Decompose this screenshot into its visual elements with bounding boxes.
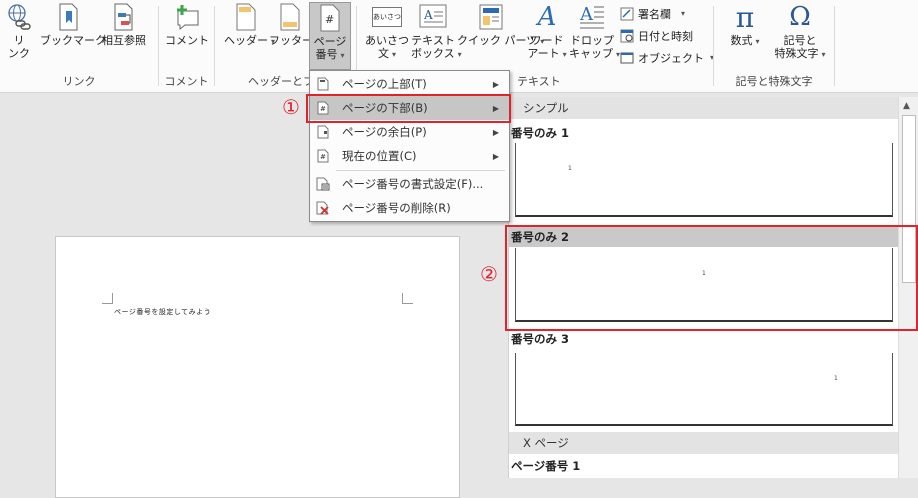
cross-reference-button[interactable]: 相互参照 bbox=[99, 2, 149, 47]
gallery-item-title: 番号のみ 3 bbox=[511, 332, 570, 346]
bookmark-label: ブックマーク bbox=[40, 34, 106, 47]
date-time-button[interactable]: 日付と時刻 bbox=[619, 26, 693, 45]
comment-icon bbox=[172, 2, 202, 32]
annotation-step2-number: ② bbox=[480, 262, 498, 286]
separator bbox=[834, 6, 835, 86]
annotation-step1-number: ① bbox=[282, 95, 300, 119]
signature-line-icon bbox=[619, 6, 635, 22]
link-button-label: リ ンク bbox=[8, 34, 30, 60]
comment-group: コメント コメント bbox=[159, 0, 214, 92]
date-time-icon bbox=[619, 28, 635, 44]
gallery-item-title: 番号のみ 1 bbox=[511, 126, 570, 140]
link-group-label: リンク bbox=[62, 75, 96, 88]
page-number-label: ページ 番号 ▾ bbox=[313, 35, 347, 61]
link-group: リ ンク ブックマーク 相互参照 リンク bbox=[0, 0, 158, 92]
page-number-preview: 1 bbox=[568, 165, 572, 172]
svg-text:A: A bbox=[423, 8, 433, 22]
symbol-label: 記号と 特殊文字 ▾ bbox=[774, 34, 826, 60]
comment-group-label: コメント bbox=[164, 75, 209, 88]
wordart-button[interactable]: A ワード アート ▾ bbox=[527, 2, 567, 61]
quick-parts-button[interactable]: クイック パーツ ▾ bbox=[457, 2, 545, 48]
margin-corner-mark bbox=[402, 293, 413, 304]
symbols-group-label: 記号と特殊文字 bbox=[735, 75, 813, 88]
text-group-label: テキスト bbox=[517, 75, 561, 88]
symbols-group: π 数式 ▾ Ω 記号と 特殊文字 ▾ 記号と特殊文字 bbox=[714, 0, 834, 92]
footer-button[interactable]: フッター▾ bbox=[269, 2, 320, 48]
dropcap-button[interactable]: A ドロップ キャップ ▾ bbox=[569, 2, 621, 61]
quick-parts-icon bbox=[476, 2, 506, 32]
gallery-item-plain-number-3[interactable]: 1 bbox=[515, 353, 893, 426]
page-number-icon: # bbox=[315, 3, 345, 33]
footer-icon bbox=[275, 2, 305, 32]
document-text[interactable]: ページ番号を設定してみよう bbox=[114, 307, 211, 317]
pi-icon: π bbox=[735, 0, 755, 34]
menu-item-top-of-page[interactable]: ページの上部(T) ▶ bbox=[310, 72, 509, 96]
object-button[interactable]: オブジェクト ▾ bbox=[619, 48, 714, 67]
link-icon bbox=[4, 2, 34, 32]
footer-label: フッター▾ bbox=[269, 34, 320, 47]
equation-label: 数式 ▾ bbox=[730, 34, 760, 47]
page-top-icon bbox=[316, 76, 330, 92]
header-label: ヘッダー ▾ bbox=[224, 34, 276, 47]
remove-page-number-icon bbox=[316, 200, 330, 216]
equation-button[interactable]: π 数式 ▾ bbox=[728, 2, 762, 48]
signature-line-button[interactable]: 署名欄 ▾ bbox=[619, 4, 685, 23]
gallery-item-plain-number-1[interactable]: 1 bbox=[515, 143, 893, 217]
menu-separator bbox=[336, 170, 505, 171]
margin-corner-mark bbox=[102, 293, 113, 304]
bookmark-icon bbox=[53, 2, 83, 32]
greeting-label: あいさつ文 ▾ bbox=[365, 34, 409, 60]
menu-item-remove-page-numbers[interactable]: ページ番号の削除(R) bbox=[310, 196, 509, 220]
current-position-icon: # bbox=[316, 148, 330, 164]
annotation-highlight-step2 bbox=[505, 225, 918, 331]
document-page[interactable]: ページ番号を設定してみよう bbox=[55, 236, 460, 498]
submenu-arrow-icon: ▶ bbox=[492, 79, 499, 89]
wordart-icon: A bbox=[537, 1, 557, 32]
gallery-item-title[interactable]: ページ番号 1 bbox=[511, 458, 580, 474]
cross-reference-label: 相互参照 bbox=[102, 34, 146, 47]
header-button[interactable]: ヘッダー ▾ bbox=[224, 2, 276, 48]
quick-parts-label: クイック パーツ ▾ bbox=[457, 34, 545, 47]
menu-item-format-page-numbers[interactable]: ページ番号の書式設定(F)... bbox=[310, 172, 509, 196]
greeting-button[interactable]: あいさつ あいさつ文 ▾ bbox=[365, 2, 409, 61]
format-page-number-icon bbox=[316, 176, 330, 192]
svg-text:A: A bbox=[579, 4, 594, 25]
dropcap-icon: A bbox=[577, 2, 607, 32]
object-icon bbox=[619, 50, 635, 66]
omega-icon: Ω bbox=[789, 1, 811, 32]
svg-text:#: # bbox=[320, 153, 326, 161]
page-number-button[interactable]: # ページ 番号 ▾ bbox=[309, 2, 351, 70]
header-icon bbox=[231, 2, 261, 32]
gallery-section-header: X ページ bbox=[509, 432, 898, 454]
annotation-highlight-step1 bbox=[306, 94, 511, 123]
textbox-button[interactable]: A テキスト ボックス ▾ bbox=[411, 2, 462, 61]
dropcap-label: ドロップ キャップ ▾ bbox=[569, 34, 621, 60]
comment-label: コメント bbox=[165, 34, 209, 47]
gallery-section-header: シンプル bbox=[509, 97, 898, 119]
page-number-preview: 1 bbox=[834, 375, 838, 382]
wordart-label: ワード アート ▾ bbox=[527, 34, 567, 60]
link-button[interactable]: リ ンク bbox=[4, 2, 34, 60]
svg-text:#: # bbox=[325, 13, 334, 26]
page-margin-icon bbox=[316, 124, 330, 140]
submenu-arrow-icon: ▶ bbox=[492, 127, 499, 137]
submenu-arrow-icon: ▶ bbox=[492, 151, 499, 161]
textbox-label: テキスト ボックス ▾ bbox=[411, 34, 462, 60]
menu-item-current-position[interactable]: # 現在の位置(C) ▶ bbox=[310, 144, 509, 168]
symbol-button[interactable]: Ω 記号と 特殊文字 ▾ bbox=[770, 2, 830, 61]
comment-button[interactable]: コメント bbox=[165, 2, 209, 47]
textbox-icon: A bbox=[418, 2, 448, 32]
page-number-menu: ページの上部(T) ▶ # ページの下部(B) ▶ ページの余白(P) ▶ # 現在の… bbox=[309, 70, 510, 222]
cross-reference-icon bbox=[109, 2, 139, 32]
scroll-up-arrow-icon[interactable]: ▲ bbox=[903, 101, 910, 111]
greeting-icon: あいさつ bbox=[372, 2, 402, 32]
menu-item-page-margins[interactable]: ページの余白(P) ▶ bbox=[310, 120, 509, 144]
bookmark-button[interactable]: ブックマーク bbox=[40, 2, 106, 47]
